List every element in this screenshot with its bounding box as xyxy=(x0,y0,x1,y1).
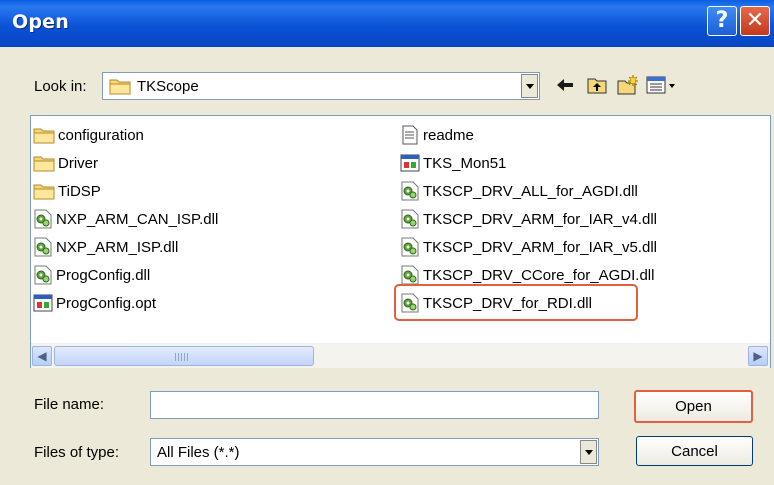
highlight-box xyxy=(394,284,638,321)
grip-icon xyxy=(175,353,189,361)
files-of-type-combo[interactable]: All Files (*.*) xyxy=(150,438,599,466)
file-name-label: File name: xyxy=(34,396,105,413)
files-of-type-label: Files of type: xyxy=(34,444,120,461)
file-item[interactable]: TKS_Mon51 xyxy=(400,152,506,174)
file-item[interactable]: TKSCP_DRV_ARM_for_IAR_v4.dll xyxy=(400,208,657,230)
cancel-button[interactable]: Cancel xyxy=(636,436,753,466)
dll-icon xyxy=(400,209,423,229)
file-name-label: readme xyxy=(423,126,474,144)
help-button[interactable]: ? xyxy=(707,6,737,36)
open-dialog: Open ? ✕ Look in: TKScope configuration D… xyxy=(0,0,774,485)
new-folder-icon[interactable] xyxy=(616,74,639,96)
opt-icon xyxy=(33,293,56,313)
dll-icon xyxy=(33,209,56,229)
dll-icon xyxy=(400,237,423,257)
file-item[interactable]: ProgConfig.dll xyxy=(33,264,150,286)
opt-icon xyxy=(400,153,423,173)
file-item[interactable]: readme xyxy=(400,124,474,146)
look-in-value: TKScope xyxy=(137,78,199,95)
file-name-label: TiDSP xyxy=(58,182,101,200)
file-name-label: configuration xyxy=(58,126,144,144)
file-item[interactable]: TKSCP_DRV_ARM_for_IAR_v5.dll xyxy=(400,236,657,258)
file-item[interactable]: configuration xyxy=(33,124,144,146)
dll-icon xyxy=(400,265,423,285)
file-name-label: TKSCP_DRV_ARM_for_IAR_v4.dll xyxy=(423,210,657,228)
close-button[interactable]: ✕ xyxy=(740,6,770,36)
files-of-type-dropdown-arrow[interactable] xyxy=(580,440,597,464)
file-name-label: ProgConfig.dll xyxy=(56,266,151,284)
file-item[interactable]: NXP_ARM_CAN_ISP.dll xyxy=(33,208,218,230)
window-title: Open xyxy=(12,11,69,33)
dll-icon xyxy=(400,181,423,201)
dll-icon xyxy=(33,237,56,257)
file-list[interactable]: configuration Driver TiDSP NXP_ARM_CAN_ISP.… xyxy=(30,115,771,368)
file-item[interactable]: TiDSP xyxy=(33,180,101,202)
files-of-type-value: All Files (*.*) xyxy=(157,444,240,461)
file-name-label: TKSCP_DRV_ALL_for_AGDI.dll xyxy=(423,182,638,200)
file-item[interactable]: TKSCP_DRV_ALL_for_AGDI.dll xyxy=(400,180,638,202)
up-folder-icon[interactable] xyxy=(586,74,608,96)
horizontal-scrollbar[interactable]: ◀ ▶ xyxy=(31,343,770,368)
file-item[interactable]: NXP_ARM_ISP.dll xyxy=(33,236,178,258)
look-in-combo[interactable]: TKScope xyxy=(102,72,540,100)
folder-icon xyxy=(33,154,58,172)
file-item[interactable]: ProgConfig.opt xyxy=(33,292,156,314)
folder-icon xyxy=(33,126,58,144)
file-item[interactable]: TKSCP_DRV_CCore_for_AGDI.dll xyxy=(400,264,654,286)
dll-icon xyxy=(33,265,56,285)
folder-icon xyxy=(109,77,131,99)
scroll-left-button[interactable]: ◀ xyxy=(32,346,52,366)
file-name-label: TKSCP_DRV_ARM_for_IAR_v5.dll xyxy=(423,238,657,256)
view-menu-icon[interactable] xyxy=(646,74,678,96)
file-name-label: NXP_ARM_ISP.dll xyxy=(56,238,179,256)
file-name-label: NXP_ARM_CAN_ISP.dll xyxy=(56,210,219,228)
file-name-label: Driver xyxy=(58,154,98,172)
folder-icon xyxy=(33,182,58,200)
file-name-label: TKS_Mon51 xyxy=(423,154,507,172)
look-in-label: Look in: xyxy=(34,78,87,95)
scroll-thumb[interactable] xyxy=(54,346,314,366)
file-item[interactable]: Driver xyxy=(33,152,98,174)
file-name-label: ProgConfig.opt xyxy=(56,294,157,312)
text-file-icon xyxy=(400,125,423,145)
scroll-right-button[interactable]: ▶ xyxy=(748,346,768,366)
open-button[interactable]: Open xyxy=(634,390,753,423)
look-in-dropdown-arrow[interactable] xyxy=(521,74,538,98)
title-bar[interactable]: Open ? ✕ xyxy=(0,0,774,47)
file-name-input[interactable] xyxy=(150,391,599,419)
back-arrow-icon[interactable] xyxy=(554,74,576,96)
file-name-label: TKSCP_DRV_CCore_for_AGDI.dll xyxy=(423,266,655,284)
